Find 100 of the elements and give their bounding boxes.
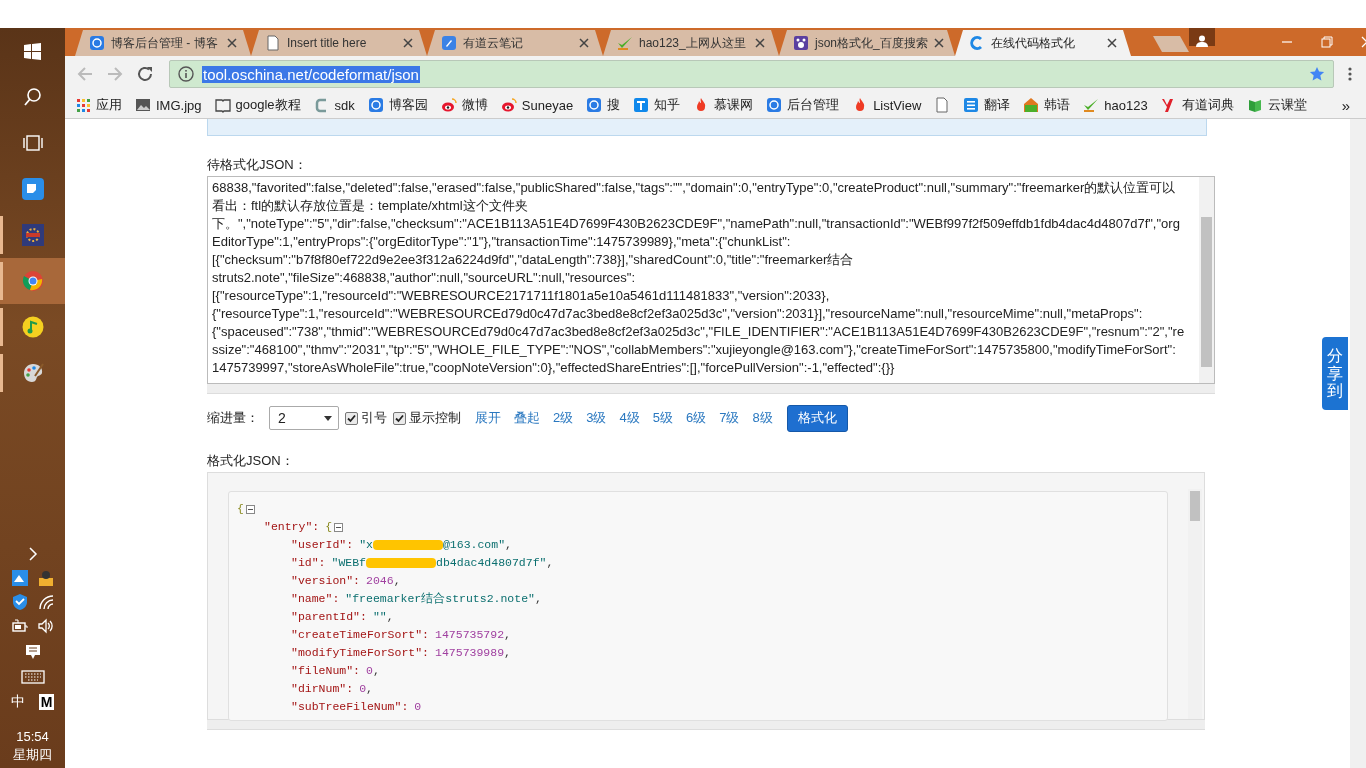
menu-icon[interactable] — [1348, 66, 1352, 82]
profile-button[interactable] — [1189, 28, 1215, 46]
reload-icon[interactable] — [137, 66, 153, 82]
input-method-indicator[interactable]: 中 — [10, 693, 25, 711]
browser-tab[interactable]: 博客后台管理 - 博客 — [75, 30, 251, 56]
link[interactable]: 5级 — [652, 409, 673, 427]
collapse-icon[interactable] — [245, 504, 255, 514]
bookmark[interactable]: 应用 — [75, 96, 122, 114]
bookmark[interactable]: 慕课网 — [693, 96, 754, 114]
browser-tab[interactable]: 有道云笔记 — [427, 30, 603, 56]
star-icon[interactable] — [1309, 66, 1325, 82]
close-icon[interactable] — [755, 38, 765, 48]
windows-icon — [21, 40, 44, 62]
bookmark[interactable]: 有道词典 — [1160, 96, 1234, 114]
json-value: "freemarker结合struts2.note" — [345, 591, 535, 607]
json-key: "userId": — [291, 536, 354, 554]
brace: { — [325, 519, 333, 535]
bookmark[interactable]: Suneyae — [500, 97, 574, 113]
field-label: 待格式化JSON： — [207, 156, 308, 174]
clock-time[interactable]: 15:54 — [16, 729, 49, 744]
json-value: @163.com" — [442, 537, 506, 553]
link[interactable]: 展开 — [475, 409, 501, 427]
bookmark[interactable]: ListView — [852, 97, 922, 113]
browser-icon — [21, 270, 44, 292]
brace: { — [237, 501, 244, 517]
link[interactable]: 3级 — [586, 409, 607, 427]
link[interactable]: 4级 — [619, 409, 640, 427]
scrollbar[interactable] — [1199, 177, 1214, 383]
bookmark[interactable]: IMG.jpg — [135, 97, 202, 113]
logo-icon — [21, 178, 44, 200]
bookmark[interactable]: sdk — [313, 97, 355, 113]
logo-icon — [367, 97, 384, 113]
close-icon[interactable] — [1107, 38, 1117, 48]
bookmarks-overflow-button[interactable]: » — [1341, 96, 1350, 114]
shield-icon[interactable] — [10, 593, 29, 611]
bookmark[interactable]: 云课堂 — [1246, 96, 1307, 114]
bookmark[interactable]: 翻译 — [963, 96, 1011, 114]
json-value: 0 — [359, 681, 367, 697]
checkbox[interactable] — [345, 411, 358, 425]
restore-icon[interactable] — [1321, 36, 1333, 48]
close-icon[interactable] — [933, 38, 944, 48]
logo-icon[interactable] — [10, 569, 29, 587]
bookmark[interactable]: google教程 — [214, 96, 301, 114]
wifi-icon[interactable] — [36, 593, 55, 611]
close-icon[interactable] — [579, 38, 589, 48]
bookmark[interactable]: 搜 — [586, 96, 621, 114]
text-line: 看出：ftl的默认存放位置是：template/xhtml这个文件夹 — [212, 197, 529, 215]
logo-icon — [21, 224, 44, 246]
json-key: "name": — [291, 590, 340, 608]
checkbox-label: 显示控制 — [409, 409, 461, 427]
bookmark[interactable] — [934, 97, 951, 113]
paw-icon — [793, 35, 809, 51]
keyboard-icon[interactable] — [20, 669, 45, 685]
json-input-field[interactable] — [207, 176, 1215, 384]
comma: , — [505, 537, 512, 553]
bookmark[interactable]: 微博 — [440, 96, 488, 114]
browser-tab[interactable]: hao123_上网从这里 — [603, 30, 779, 56]
share-tab[interactable]: 分享到 — [1322, 337, 1348, 410]
scrollbar[interactable] — [1188, 489, 1202, 719]
browser-tab[interactable]: 在线代码格式化 — [955, 30, 1131, 56]
json-value: "x — [359, 537, 373, 553]
link[interactable]: 叠起 — [514, 409, 540, 427]
link[interactable]: 2级 — [553, 409, 574, 427]
chevron-icon[interactable] — [27, 547, 38, 561]
scrollbar[interactable] — [1350, 119, 1366, 768]
bookmark[interactable]: 后台管理 — [766, 96, 840, 114]
resize-handle[interactable] — [207, 720, 1205, 730]
logo-icon — [500, 97, 517, 113]
check-icon — [1083, 97, 1100, 113]
search-icon — [21, 86, 44, 108]
format-button[interactable]: 格式化 — [786, 404, 848, 432]
close-icon[interactable] — [403, 38, 413, 48]
link[interactable]: 6级 — [685, 409, 707, 427]
resize-handle[interactable] — [207, 384, 1215, 394]
input-mode-indicator[interactable]: M — [38, 694, 55, 710]
indent-dropdown[interactable]: 2 — [269, 406, 339, 430]
logo-icon — [633, 97, 650, 113]
volume-icon[interactable] — [36, 617, 55, 635]
bookmark[interactable]: 韩语 — [1023, 96, 1071, 114]
bookmark[interactable]: 博客园 — [367, 96, 428, 114]
document-icon — [265, 35, 281, 51]
json-key: "id": — [291, 554, 326, 572]
comma: , — [534, 591, 542, 607]
checkbox[interactable] — [393, 411, 406, 425]
browser-tab[interactable]: json格式化_百度搜索 — [779, 30, 955, 56]
battery-icon[interactable] — [10, 617, 29, 635]
bookmark[interactable]: 知乎 — [633, 96, 681, 114]
notification-icon[interactable] — [23, 643, 42, 661]
logo-icon[interactable] — [36, 569, 55, 587]
collapse-icon[interactable] — [334, 522, 344, 532]
bookmark[interactable]: hao123 — [1083, 97, 1148, 113]
text-line: {"resourceType":1,"resourceId":"WEBRESOURCEd79d0c47d7ac3bed8e8cf2ef3a025d3c","version":2031}],"resourceName":null,"resourceMime":null,"metaProps": — [212, 305, 1144, 323]
close-icon[interactable] — [227, 38, 237, 48]
link[interactable]: 7级 — [719, 409, 740, 427]
comma: , — [386, 609, 394, 625]
link[interactable]: 8级 — [752, 409, 773, 427]
address-bar[interactable]: tool.oschina.net/codeformat/json — [169, 60, 1334, 88]
text-line: struts2.note","fileSize":468838,"author":null,"sourceURL":null,"resources": — [212, 269, 637, 287]
browser-tab[interactable]: Insert title here — [251, 30, 427, 56]
json-key: "version": — [291, 572, 360, 590]
